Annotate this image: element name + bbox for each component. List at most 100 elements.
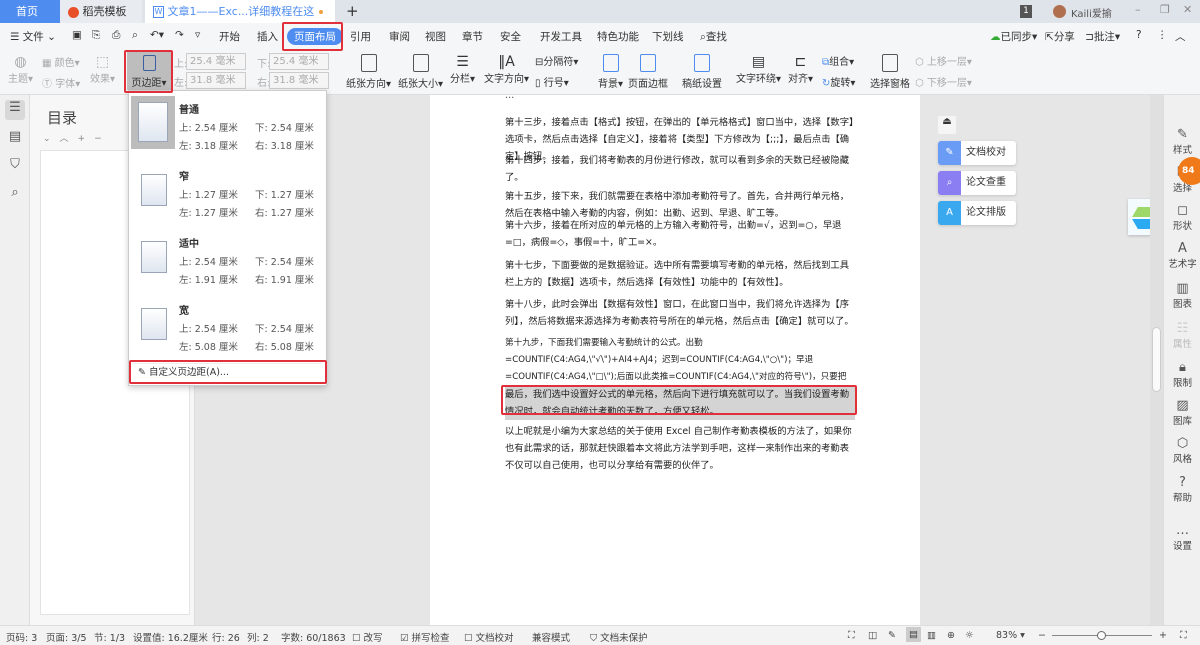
menu-tab-security[interactable]: 安全	[500, 29, 521, 44]
find-button[interactable]: ⌕查找	[700, 29, 727, 44]
help-button[interactable]: ?	[1136, 29, 1142, 41]
paper-size-button[interactable]: 纸张大小▾	[398, 54, 443, 90]
new-tab-button[interactable]: +	[338, 0, 359, 23]
menu-tab-page-layout[interactable]: 页面布局	[287, 28, 343, 45]
minimize-button[interactable]: –	[1135, 3, 1141, 16]
sync-button[interactable]: ☁已同步▾	[990, 29, 1037, 44]
menu-tab-review[interactable]: 审阅	[389, 29, 410, 44]
sidebar-shape[interactable]: ◻ 形状	[1164, 203, 1200, 232]
background-button[interactable]: 背景▾	[598, 54, 623, 90]
selection-pane-button[interactable]: 选择窗格	[870, 54, 910, 90]
zoom-in-button[interactable]: +	[1159, 630, 1167, 641]
fullscreen-icon[interactable]: ⛶	[848, 630, 855, 641]
restore-button[interactable]: ❐	[1160, 3, 1170, 16]
bring-forward-button[interactable]: ⬡ 上移一层▾	[915, 53, 972, 68]
redo-icon[interactable]: ↷	[175, 29, 184, 41]
vertical-scrollbar[interactable]	[1150, 95, 1163, 625]
overwrite-toggle[interactable]: ☐ 改写	[352, 630, 383, 644]
zoom-slider[interactable]	[1052, 631, 1152, 640]
margin-option-wide[interactable]: 宽 上: 2.54 厘米 下: 2.54 厘米 左: 5.08 厘米 右: 5.…	[129, 294, 326, 362]
menu-tab-underline[interactable]: 下划线	[652, 29, 684, 44]
collapse-tools-button[interactable]: ⏏	[938, 116, 956, 134]
write-mode-icon[interactable]: ✎	[888, 630, 896, 641]
sidebar-theme[interactable]: ⬡ 风格	[1164, 436, 1200, 465]
paragraph[interactable]: 第十七步，下面要做的是数据验证。选中所有需要填写考勤的单元格，然后找到工具栏上方…	[505, 257, 855, 291]
share-button[interactable]: ⇱分享	[1045, 29, 1075, 44]
tab-docer[interactable]: 稻壳模板	[60, 0, 142, 23]
separator-button[interactable]: ⊟分隔符▾	[535, 53, 578, 68]
zoom-slider-handle[interactable]	[1097, 631, 1106, 640]
sidebar-gallery[interactable]: ▨ 图库	[1164, 398, 1200, 427]
top-margin-input[interactable]: 25.4 毫米	[186, 53, 246, 70]
tab-document[interactable]: W 文章1——Exc...详细教程在这里！	[145, 0, 335, 41]
selected-paragraph[interactable]: 最后，我们选中设置好公式的单元格，然后向下进行填充就可以了。当我们设置考勤情况时…	[505, 386, 855, 420]
margin-option-moderate[interactable]: 适中 上: 2.54 厘米 下: 2.54 厘米 左: 1.91 厘米 右: 1…	[129, 227, 326, 295]
right-margin-input[interactable]: 31.8 毫米	[269, 72, 329, 89]
margin-option-narrow[interactable]: 窄 上: 1.27 厘米 下: 1.27 厘米 左: 1.27 厘米 右: 1.…	[129, 160, 326, 228]
read-mode-icon[interactable]: ◫	[868, 630, 877, 641]
orientation-button[interactable]: 纸张方向▾	[346, 54, 391, 90]
bottom-margin-input[interactable]: 25.4 毫米	[269, 53, 329, 70]
eye-protect-icon[interactable]: ☼	[965, 630, 974, 641]
font-theme-button[interactable]: Ⓣ 字体▾	[42, 75, 80, 90]
margin-option-normal[interactable]: 普通 上: 2.54 厘米 下: 2.54 厘米 左: 3.18 厘米 右: 3…	[129, 93, 326, 161]
menu-tab-developer[interactable]: 开发工具	[540, 29, 582, 44]
spell-check-toggle[interactable]: ☑ 拼写检查	[400, 630, 450, 644]
save-icon[interactable]: ▣	[72, 29, 82, 41]
theme-button[interactable]: ◍ 主题▾	[8, 54, 33, 85]
align-button[interactable]: ⊏ 对齐▾	[788, 54, 813, 85]
zoom-level[interactable]: 83% ▾	[996, 630, 1025, 641]
doc-proofread-button[interactable]: ✎ 文档校对	[938, 141, 1016, 165]
document-page[interactable]: … 第十三步，接着点击【格式】按钮，在弹出的【单元格格式】窗口当中，选择【数字】…	[430, 90, 920, 625]
status-col[interactable]: 列: 2	[247, 630, 269, 644]
page-view-icon[interactable]: ▤	[906, 627, 921, 642]
paper-format-button[interactable]: A 论文排版	[938, 201, 1016, 225]
menu-tab-features[interactable]: 特色功能	[597, 29, 639, 44]
group-button[interactable]: ⧉组合▾	[822, 53, 854, 68]
menu-tab-view[interactable]: 视图	[425, 29, 446, 44]
sidebar-help[interactable]: ? 帮助	[1164, 475, 1200, 504]
status-page-code[interactable]: 页码: 3	[6, 630, 37, 644]
paragraph[interactable]: 以上呢就是小编为大家总结的关于使用 Excel 自己制作考勤表模板的方法了，如果…	[505, 423, 855, 474]
page-border-button[interactable]: 页面边框	[628, 54, 668, 90]
sidebar-wordart[interactable]: A 艺术字	[1164, 241, 1200, 270]
status-words[interactable]: 字数: 60/1863	[281, 630, 346, 644]
send-backward-button[interactable]: ⬡ 下移一层▾	[915, 74, 972, 89]
avatar[interactable]	[1053, 5, 1066, 18]
sidebar-properties[interactable]: ☷ 属性	[1164, 321, 1200, 350]
doc-protect[interactable]: ⛉ 文档未保护	[590, 630, 648, 644]
sidebar-style[interactable]: ✎ 样式	[1164, 127, 1200, 156]
undo-icon[interactable]: ↶▾	[150, 29, 164, 41]
close-button[interactable]: ✕	[1183, 3, 1192, 16]
customize-icon[interactable]: ▿	[195, 29, 200, 41]
fit-page-icon[interactable]: ⛶	[1180, 630, 1187, 641]
status-section[interactable]: 节: 1/3	[94, 630, 125, 644]
compat-mode[interactable]: 兼容模式	[532, 630, 570, 644]
draft-settings-button[interactable]: 稿纸设置	[682, 54, 722, 90]
notification-badge[interactable]: 1	[1020, 5, 1032, 18]
find-replace-icon[interactable]: ⌕	[5, 185, 25, 205]
menu-tab-insert[interactable]: 插入	[257, 29, 278, 44]
paragraph[interactable]: 第十四步，接着，我们将考勤表的月份进行修改，就可以看到多余的天数已经被隐藏了。	[505, 152, 855, 186]
sidebar-settings[interactable]: … 设置	[1164, 523, 1200, 552]
notification-bubble[interactable]: 84	[1178, 157, 1200, 185]
plagiarism-check-button[interactable]: ⌕ 论文查重	[938, 171, 1016, 195]
comment-button[interactable]: ⊐批注▾	[1085, 29, 1120, 44]
sidebar-restrict[interactable]: 🔒︎ 限制	[1164, 360, 1200, 389]
bookmark-icon[interactable]: ⛉	[5, 157, 25, 177]
print-preview-icon[interactable]: ⌕	[132, 29, 138, 42]
proofread-toggle[interactable]: ☐ 文档校对	[464, 630, 514, 644]
status-row[interactable]: 行: 26	[212, 630, 240, 644]
effect-button[interactable]: ⬚ 效果▾	[90, 54, 115, 85]
sidebar-chart[interactable]: ▥ 图表	[1164, 281, 1200, 310]
file-menu[interactable]: ☰ 文件 ⌄	[10, 29, 56, 44]
user-name[interactable]: Kaili爱揄	[1071, 5, 1112, 20]
color-button[interactable]: ▦ 颜色▾	[42, 54, 80, 69]
text-wrap-button[interactable]: ▤ 文字环绕▾	[736, 54, 781, 85]
menu-tab-chapter[interactable]: 章节	[462, 29, 483, 44]
web-view-icon[interactable]: ⊕	[947, 630, 955, 641]
paragraph[interactable]: 第十六步，接着在所对应的单元格的上方输入考勤符号，出勤=√，迟到=○，早退=□，…	[505, 217, 855, 251]
left-margin-input[interactable]: 31.8 毫米	[186, 72, 246, 89]
outline-icon[interactable]: ▤	[5, 129, 25, 149]
status-setting[interactable]: 设置值: 16.2厘米	[133, 630, 208, 644]
